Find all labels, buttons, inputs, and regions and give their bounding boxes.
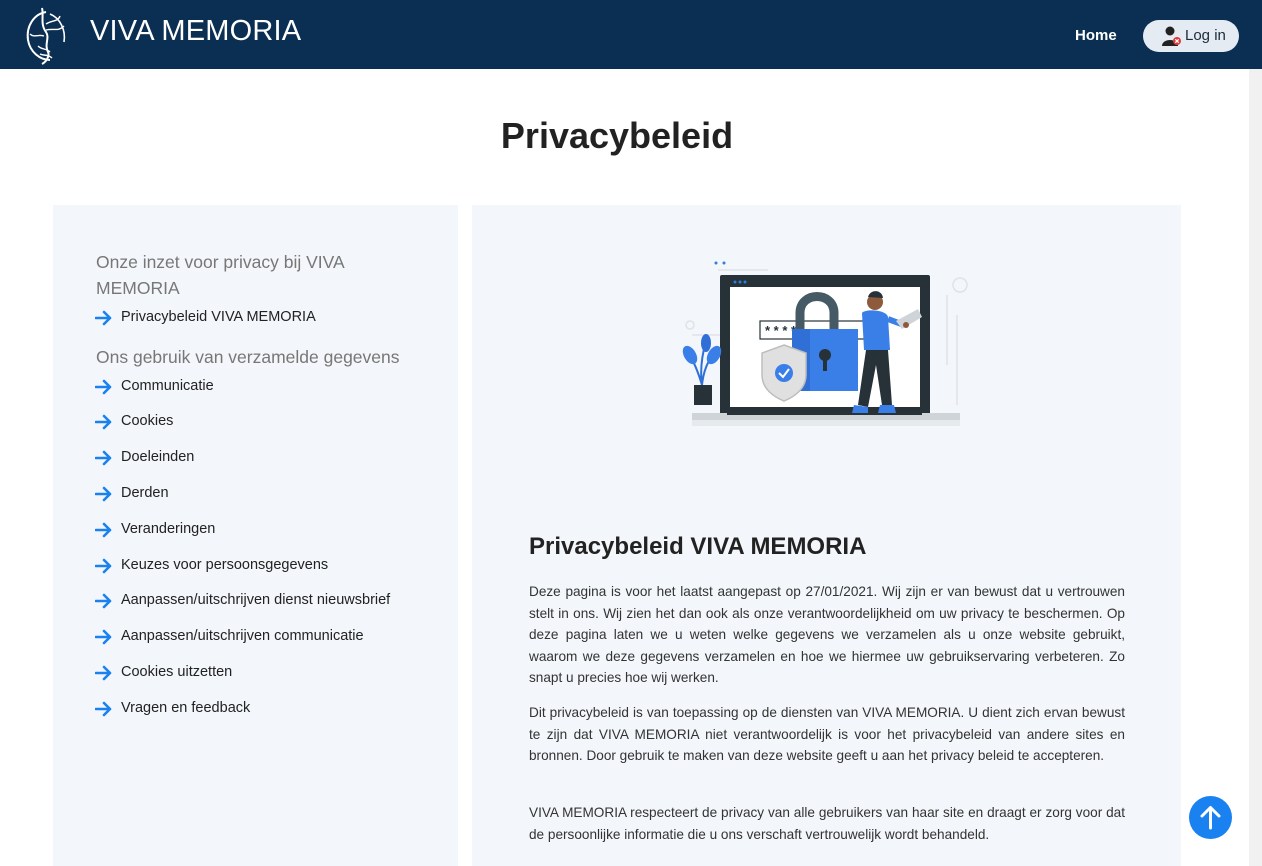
arrow-up-icon — [1200, 806, 1221, 830]
paragraph: Dit privacybeleid is van toepassing op d… — [529, 705, 1125, 763]
arrow-right-icon — [95, 593, 112, 609]
arrow-right-icon — [95, 522, 112, 538]
privacy-lock-illustration: * * * * — [682, 261, 968, 426]
arrow-right-icon — [95, 310, 112, 326]
page-scrollbar[interactable] — [1249, 69, 1262, 866]
section-heading: Privacybeleid VIVA MEMORIA — [529, 533, 867, 560]
sidebar-section-heading: Ons gebruik van verzamelde gegevens — [96, 347, 400, 367]
brand-name[interactable]: VIVA MEMORIA — [90, 15, 301, 48]
sidebar-item-label: Cookies — [121, 413, 174, 429]
sidebar-item-label: Aanpassen/uitschrijven communicatie — [121, 628, 364, 644]
sidebar-item-label: Vragen en feedback — [121, 700, 251, 716]
sidebar-item-label: Communicatie — [121, 378, 214, 394]
login-button[interactable]: Log in — [1143, 20, 1239, 52]
top-navbar: VIVA MEMORIA Home Log in — [0, 0, 1262, 69]
privacy-content: * * * * Privacybeleid VIVA MEMORIA Deze … — [472, 205, 1181, 866]
user-icon — [1162, 26, 1181, 46]
arrow-right-icon — [95, 414, 112, 430]
arrow-right-icon — [95, 665, 112, 681]
arrow-right-icon — [95, 701, 112, 717]
paragraph: Deze pagina is voor het laatst aangepast… — [529, 584, 1125, 685]
sidebar-item-label: Keuzes voor persoonsgegevens — [121, 557, 329, 573]
arrow-right-icon — [95, 558, 112, 574]
arrow-right-icon — [95, 629, 112, 645]
sidebar-item-label: Aanpassen/uitschrijven dienst nieuwsbrie… — [121, 592, 391, 608]
scroll-to-top-button[interactable] — [1189, 796, 1232, 839]
sidebar-item-label: Cookies uitzetten — [121, 664, 233, 680]
arrow-right-icon — [95, 450, 112, 466]
paragraph: VIVA MEMORIA respecteert de privacy van … — [529, 805, 1125, 842]
sidebar-item-label: Privacybeleid VIVA MEMORIA — [121, 309, 316, 325]
sidebar-section-heading: Onze inzet voor privacy bij VIVA MEMORIA — [96, 252, 344, 298]
login-label: Log in — [1185, 27, 1226, 44]
sidebar-item-label: Derden — [121, 485, 169, 501]
sidebar-item-label: Veranderingen — [121, 521, 216, 537]
table-of-contents-sidebar: Onze inzet voor privacy bij VIVA MEMORIA… — [53, 205, 458, 866]
arrow-right-icon — [95, 486, 112, 502]
arrow-right-icon — [95, 379, 112, 395]
sidebar-item-label: Doeleinden — [121, 449, 195, 465]
phoenix-logo-icon[interactable] — [20, 4, 72, 66]
page-title: Privacybeleid — [500, 115, 734, 156]
nav-link-home[interactable]: Home — [1075, 27, 1117, 44]
